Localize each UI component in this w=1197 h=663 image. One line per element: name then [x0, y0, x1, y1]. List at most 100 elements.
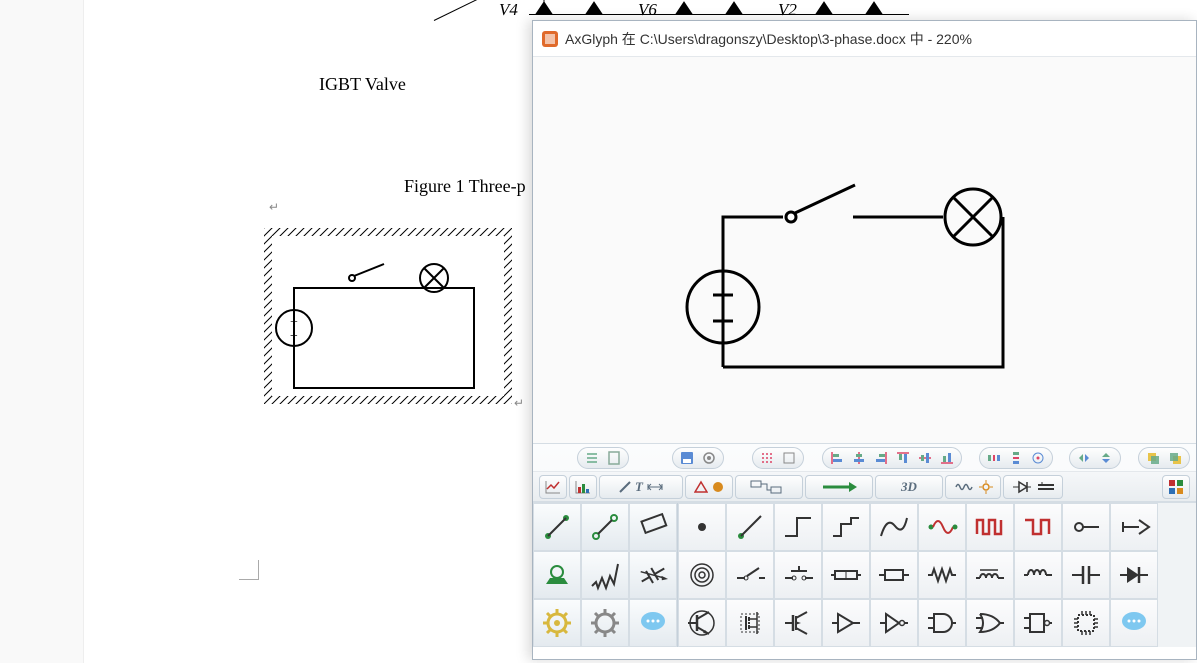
resize-icon — [646, 480, 664, 494]
cat-chart-bar[interactable] — [569, 475, 597, 499]
cat-shapes[interactable] — [685, 475, 733, 499]
align-top-icon[interactable] — [893, 449, 913, 467]
file-ops-group — [672, 447, 724, 469]
sym-nand-gate[interactable] — [1014, 599, 1062, 647]
sym-or-gate[interactable] — [966, 599, 1014, 647]
sym-bjt[interactable] — [678, 599, 726, 647]
sym-rect-tilt[interactable] — [629, 503, 677, 551]
save-icon[interactable] — [677, 449, 697, 467]
sym-inductor-2[interactable] — [1014, 551, 1062, 599]
sym-sine-red[interactable] — [918, 503, 966, 551]
sym-coil-spiral[interactable] — [678, 551, 726, 599]
cat-chart-line[interactable] — [539, 475, 567, 499]
embedded-object-selected[interactable]: + − — [264, 228, 512, 404]
palette-left-group — [533, 503, 678, 647]
sym-chat-bubble-2[interactable] — [1110, 599, 1158, 647]
sym-square-red[interactable] — [1014, 503, 1062, 551]
triangle-icon — [694, 480, 708, 494]
circle-icon — [711, 480, 725, 494]
layer-ops-group — [1138, 447, 1190, 469]
ground-icon — [1036, 480, 1056, 494]
toolbar-area: T 3D — [533, 443, 1196, 647]
sym-node-open[interactable] — [1062, 503, 1110, 551]
align-right-icon[interactable] — [871, 449, 891, 467]
cat-arrow[interactable] — [805, 475, 873, 499]
grid-ops-group — [752, 447, 804, 469]
sym-resistor[interactable] — [918, 551, 966, 599]
igbt-label: IGBT Valve — [319, 74, 406, 95]
app-icon — [541, 30, 559, 48]
bring-front-icon[interactable] — [1143, 449, 1163, 467]
sym-fet-1[interactable] — [726, 599, 774, 647]
list-icon[interactable] — [582, 449, 602, 467]
spring-icon — [954, 480, 976, 494]
circuit-drawing[interactable] — [683, 157, 1043, 417]
pencil-icon — [618, 480, 632, 494]
sym-resistor-zigzag[interactable] — [581, 551, 629, 599]
sym-wire-green[interactable] — [726, 503, 774, 551]
cat-3d[interactable]: 3D — [875, 475, 943, 499]
toolbar-row-1 — [533, 444, 1196, 472]
page-icon[interactable] — [604, 449, 624, 467]
label-3d: 3D — [901, 479, 917, 495]
palette-icon — [1168, 479, 1184, 495]
sym-bus[interactable] — [822, 551, 870, 599]
sym-inductor-1[interactable] — [966, 551, 1014, 599]
sym-curve[interactable] — [870, 503, 918, 551]
send-back-icon[interactable] — [1165, 449, 1185, 467]
distribute-ops-group — [979, 447, 1053, 469]
title-bar[interactable]: AxGlyph 在 C:\Users\dragonszy\Desktop\3-p… — [533, 21, 1196, 57]
align-left-icon[interactable] — [827, 449, 847, 467]
paragraph-mark-2: ↵ — [514, 396, 524, 411]
gear-icon[interactable] — [699, 449, 719, 467]
sym-switch-pushbutton[interactable] — [774, 551, 822, 599]
sym-chat-bubble[interactable] — [629, 599, 677, 647]
distribute-v-icon[interactable] — [1006, 449, 1026, 467]
align-ops-group — [822, 447, 962, 469]
paragraph-mark: ↵ — [269, 200, 279, 215]
drawing-canvas[interactable] — [533, 57, 1196, 443]
align-center-v-icon[interactable] — [915, 449, 935, 467]
page-corner-mark — [239, 560, 259, 580]
sym-buffer[interactable] — [822, 599, 870, 647]
doc-left-margin — [0, 0, 84, 663]
cat-draw-tools[interactable]: T — [599, 475, 683, 499]
align-center-h-icon[interactable] — [849, 449, 869, 467]
flip-h-icon[interactable] — [1074, 449, 1094, 467]
sym-pulse-red[interactable] — [966, 503, 1014, 551]
sym-gear-gray[interactable] — [581, 599, 629, 647]
sym-gear-yellow[interactable] — [533, 599, 581, 647]
sym-chip[interactable] — [1062, 599, 1110, 647]
category-row: T 3D — [533, 472, 1196, 502]
align-bottom-icon[interactable] — [937, 449, 957, 467]
sym-ground-arrow[interactable] — [1110, 503, 1158, 551]
cat-flow[interactable] — [735, 475, 803, 499]
distribute-h-icon[interactable] — [984, 449, 1004, 467]
sym-box[interactable] — [870, 551, 918, 599]
sym-step1[interactable] — [774, 503, 822, 551]
sym-switch-open[interactable] — [726, 551, 774, 599]
sym-fet-2[interactable] — [774, 599, 822, 647]
sym-line-open[interactable] — [581, 503, 629, 551]
sym-capacitor[interactable] — [1062, 551, 1110, 599]
diode-ticks — [534, 0, 894, 16]
snap-icon[interactable] — [779, 449, 799, 467]
grid-icon[interactable] — [757, 449, 777, 467]
sym-line-closed[interactable] — [533, 503, 581, 551]
sym-capacitor-tilt[interactable] — [629, 551, 677, 599]
center-target-icon[interactable] — [1028, 449, 1048, 467]
sym-step2[interactable] — [822, 503, 870, 551]
cat-mechanical[interactable] — [945, 475, 1001, 499]
sym-inverter[interactable] — [870, 599, 918, 647]
sym-mount[interactable] — [533, 551, 581, 599]
symbol-palette — [533, 502, 1196, 647]
arrow-icon — [819, 480, 859, 494]
cat-palette[interactable] — [1162, 475, 1190, 499]
sym-and-gate[interactable] — [918, 599, 966, 647]
cat-circuit[interactable] — [1003, 475, 1063, 499]
sym-node-dot[interactable] — [678, 503, 726, 551]
document-background: V4 V6 V2 IGBT Valve Figure 1 Three-p ↵ ↵ — [0, 0, 532, 663]
flip-v-icon[interactable] — [1096, 449, 1116, 467]
sym-diode[interactable] — [1110, 551, 1158, 599]
svg-text:+: + — [290, 315, 298, 330]
